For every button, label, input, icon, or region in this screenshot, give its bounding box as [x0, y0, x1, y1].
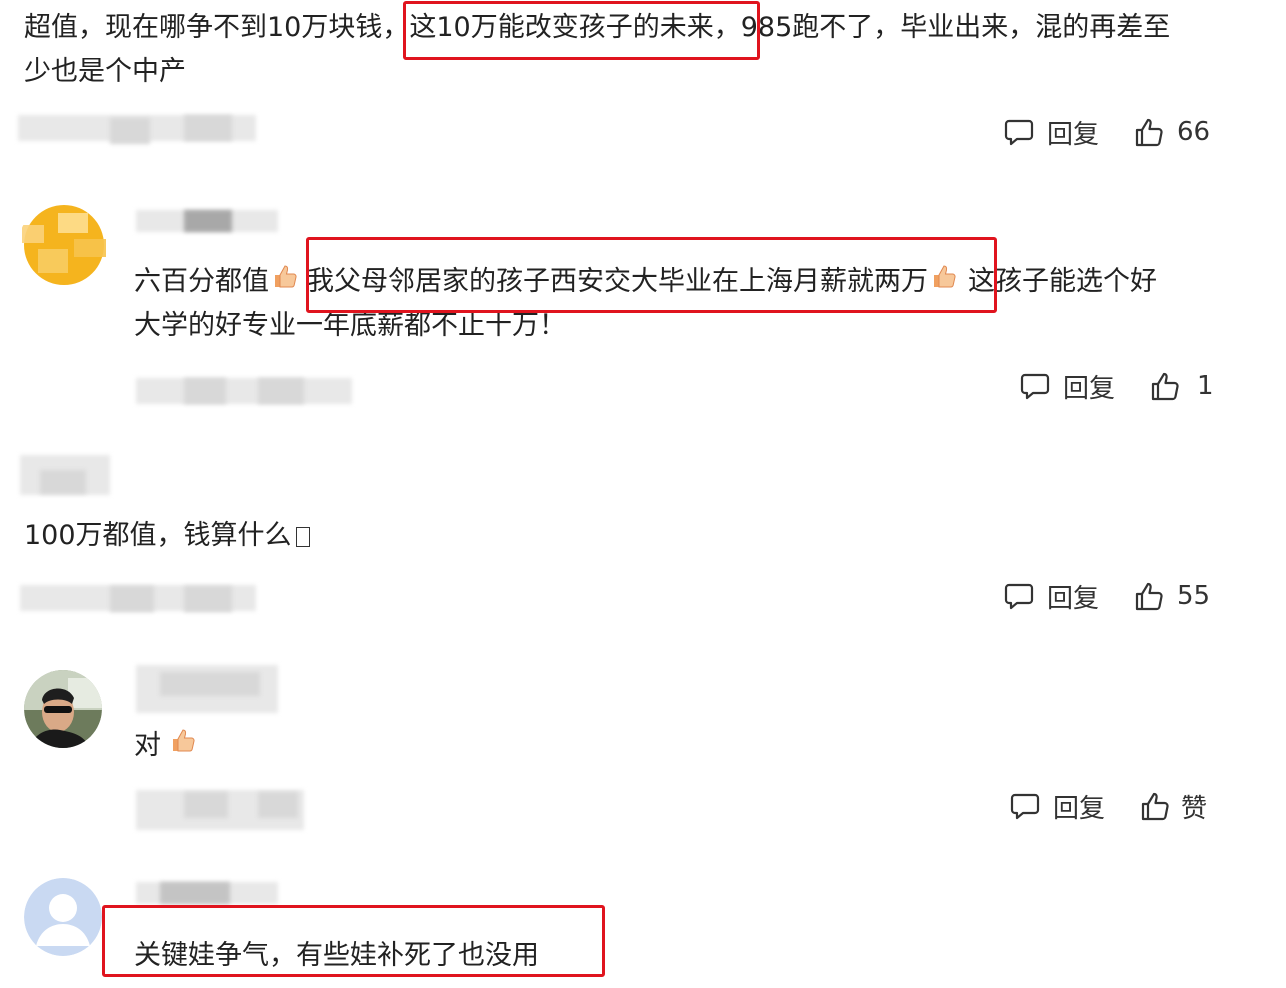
- thumbs-up-icon: [1133, 116, 1165, 148]
- comment-bubble-icon: [1019, 370, 1051, 402]
- blurred-timestamp-part: [184, 115, 232, 141]
- highlight-box: [102, 905, 605, 977]
- comment-text: 对: [134, 724, 197, 769]
- blurred-timestamp-part: [110, 118, 150, 144]
- blurred-username-part: [184, 210, 232, 232]
- comment-text-part: 六百分都值: [134, 266, 269, 297]
- blurred-username-part: [160, 882, 230, 904]
- comment-text-line-2: 少也是个中产: [24, 56, 186, 87]
- reply-button[interactable]: 回复: [1003, 112, 1099, 152]
- comment-text-part: 超值，现在哪争不到10万块钱: [24, 12, 383, 43]
- thumbs-up-icon: [1139, 790, 1171, 822]
- blurred-username-part: [40, 470, 86, 494]
- like-count: 1: [1197, 371, 1214, 401]
- like-button[interactable]: 赞: [1139, 786, 1207, 826]
- reply-label: 回复: [1063, 373, 1116, 404]
- avatar[interactable]: [24, 670, 102, 748]
- like-label: 赞: [1181, 793, 1208, 824]
- comment-text-part: 100万都值，钱算什么: [24, 520, 292, 551]
- reply-button[interactable]: 回复: [1009, 786, 1105, 826]
- highlight-box: [403, 1, 760, 60]
- blurred-username-part: [160, 672, 260, 696]
- reply-button[interactable]: 回复: [1003, 576, 1099, 616]
- blurred-timestamp-part: [258, 792, 298, 818]
- blurred-timestamp-part: [184, 586, 232, 612]
- like-button[interactable]: 1: [1149, 366, 1214, 406]
- thumbs-up-emoji-icon: [269, 261, 299, 305]
- comment-bubble-icon: [1003, 116, 1035, 148]
- comment-bubble-icon: [1003, 580, 1035, 612]
- avatar[interactable]: [24, 878, 102, 956]
- blurred-timestamp-part: [110, 586, 154, 612]
- blurred-timestamp-part: [184, 792, 228, 818]
- blurred-timestamp: [136, 378, 352, 404]
- like-button[interactable]: 66: [1133, 112, 1210, 152]
- reply-button[interactable]: 回复: [1019, 366, 1115, 406]
- like-count: 55: [1177, 581, 1211, 611]
- reply-label: 回复: [1047, 119, 1100, 150]
- blurred-timestamp-part: [258, 378, 304, 404]
- comment-text-part: 对: [134, 730, 161, 761]
- like-count: 66: [1177, 117, 1211, 147]
- reply-label: 回复: [1053, 793, 1106, 824]
- thumbs-up-icon: [1149, 370, 1181, 402]
- avatar[interactable]: [18, 205, 110, 285]
- thumbs-up-emoji-icon: [167, 725, 197, 769]
- blurred-timestamp-part: [184, 378, 226, 404]
- reply-label: 回复: [1047, 583, 1100, 614]
- comment-text: 100万都值，钱算什么: [24, 514, 310, 558]
- missing-glyph-icon: [295, 526, 310, 547]
- thumbs-up-icon: [1133, 580, 1165, 612]
- comment-text-part: 985跑不了，毕业出来，混的再差至: [740, 12, 1171, 43]
- highlight-box: [306, 237, 997, 313]
- like-button[interactable]: 55: [1133, 576, 1210, 616]
- comment-bubble-icon: [1009, 790, 1041, 822]
